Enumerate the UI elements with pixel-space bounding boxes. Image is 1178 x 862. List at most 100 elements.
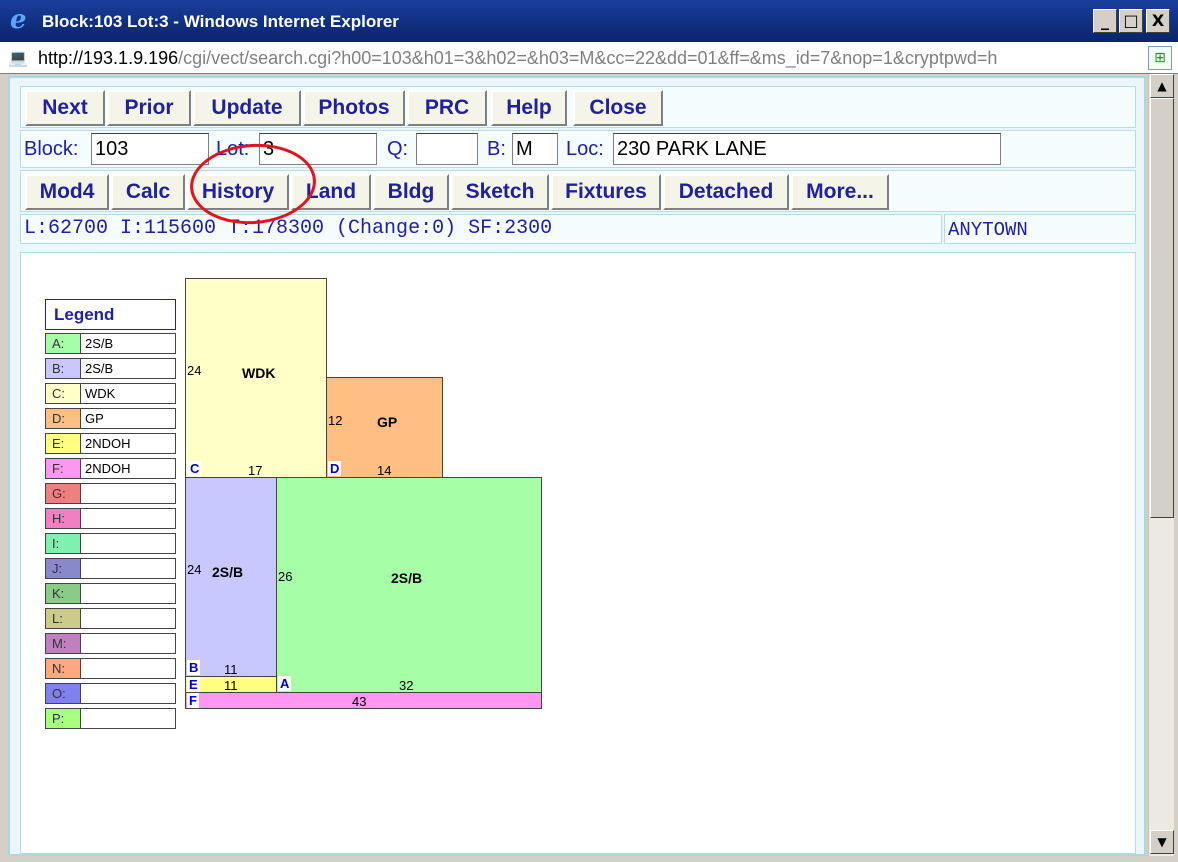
toolbar-secondary: Mod4 Calc History Land Bldg Sketch Fixtu… [20,170,1136,212]
legend-key: F: [46,459,81,478]
search-bar: Block: 103 Lot: 3 Q: B: M Loc: 230 PARK … [20,130,1136,168]
building-sketch: Legend A: 2S/B B: 2S/B C: WDK D: GP E: 2NDOH F: 2ND… [20,252,1136,854]
area-bottom-dim: 11 [224,662,238,677]
more-button[interactable]: More... [791,174,889,210]
valuation-values: L:62700 I:115600 T:178300 (Change:0) SF:… [24,217,553,240]
calc-button[interactable]: Calc [111,174,185,210]
sketch-area-c: WDK 24 17 C [185,278,327,478]
area-corner-id: B [187,660,201,675]
maximize-button[interactable]: □ [1119,9,1143,33]
block-label: Block: [24,138,79,160]
photos-button[interactable]: Photos [303,90,405,126]
help-button[interactable]: Help [491,90,567,126]
legend-key: G: [46,484,81,503]
legend-key: B: [46,359,81,378]
sketch-area-f: 43 F [185,692,542,709]
area-label: 2S/B [391,570,423,586]
area-side-dim: 24 [187,363,202,378]
page-content: Next Prior Update Photos PRC Help Close … [8,76,1146,856]
area-label: 2S/B [212,564,244,580]
town-name: ANYTOWN [948,219,1028,241]
legend-value: 2S/B [85,336,114,351]
address-url[interactable]: http://193.1.9.196/cgi/vect/search.cgi?h… [38,48,1140,69]
area-label: WDK [242,365,276,381]
legend-key: A: [46,334,81,353]
legend-key: E: [46,434,81,453]
browser-window: e Block:103 Lot:3 - Windows Internet Exp… [0,0,1178,862]
area-bottom-dim: 11 [224,678,238,693]
scroll-up-button[interactable]: ▲ [1150,74,1174,98]
area-bottom-dim: 17 [248,463,263,478]
location-input[interactable]: 230 PARK LANE [613,133,1001,165]
legend-title: Legend [45,299,176,330]
legend-item: I: [45,533,176,554]
town-panel: ANYTOWN [944,214,1136,244]
legend-value: WDK [85,386,116,401]
prc-button[interactable]: PRC [407,90,487,126]
area-bottom-dim: 43 [352,694,367,709]
legend-value: 2NDOH [85,461,131,476]
area-corner-id: D [328,461,342,476]
legend-key: I: [46,534,81,553]
area-side-dim: 12 [328,413,343,428]
legend-item: A: 2S/B [45,333,176,354]
legend-key: D: [46,409,81,428]
address-path: /cgi/vect/search.cgi?h00=103&h01=3&h02=&… [178,48,998,68]
fixtures-button[interactable]: Fixtures [551,174,661,210]
legend-item: K: [45,583,176,604]
valuation-summary: L:62700 I:115600 T:178300 (Change:0) SF:… [20,214,942,244]
area-corner-id: E [187,677,200,692]
q-label: Q: [387,138,409,160]
b-input[interactable]: M [512,133,558,165]
legend-item: B: 2S/B [45,358,176,379]
close-window-button[interactable]: X [1146,9,1170,33]
legend-key: M: [46,634,81,653]
legend-item: G: [45,483,176,504]
vertical-scrollbar[interactable]: ▲ ▼ [1148,74,1174,856]
window-title: Block:103 Lot:3 - Windows Internet Explo… [42,12,399,31]
loc-label: Loc: [566,138,604,160]
legend-item: N: [45,658,176,679]
scroll-down-button[interactable]: ▼ [1150,830,1174,854]
area-bottom-dim: 14 [377,463,392,478]
legend-key: L: [46,609,81,628]
bldg-button[interactable]: Bldg [373,174,449,210]
address-bar[interactable]: 💻 http://193.1.9.196/cgi/vect/search.cgi… [0,42,1178,74]
area-corner-id: C [188,461,202,476]
q-input[interactable] [416,133,478,165]
legend-item: M: [45,633,176,654]
minimize-button[interactable]: _ [1093,9,1117,33]
mod4-button[interactable]: Mod4 [25,174,109,210]
ie-logo-icon: e [10,5,27,35]
update-button[interactable]: Update [193,90,301,126]
area-bottom-dim: 32 [399,678,414,693]
area-side-dim: 24 [187,562,202,577]
legend-item: L: [45,608,176,629]
b-label: B: [487,138,506,160]
legend-item: P: [45,708,176,729]
prior-button[interactable]: Prior [107,90,191,126]
legend-item: D: GP [45,408,176,429]
title-bar[interactable]: e Block:103 Lot:3 - Windows Internet Exp… [0,0,1178,42]
legend-item: E: 2NDOH [45,433,176,454]
compatibility-icon[interactable]: ⊞ [1148,46,1172,70]
legend-key: N: [46,659,81,678]
next-button[interactable]: Next [25,90,105,126]
legend-value: 2NDOH [85,436,131,451]
sketch-button[interactable]: Sketch [451,174,549,210]
legend-value: 2S/B [85,361,114,376]
area-corner-id: A [278,676,292,691]
page-icon: 💻 [8,48,28,67]
sketch-area-d: GP 12 14 D [326,377,443,478]
legend-item: H: [45,508,176,529]
block-input[interactable]: 103 [91,133,209,165]
area-label: GP [377,414,398,430]
toolbar-primary: Next Prior Update Photos PRC Help Close [20,86,1136,128]
scroll-thumb[interactable] [1150,98,1174,518]
detached-button[interactable]: Detached [663,174,789,210]
legend-key: P: [46,709,81,728]
sketch-area-a: 2S/B 26 32 A [276,477,542,693]
sketch-area-e: 11 E [185,676,277,693]
close-button[interactable]: Close [573,90,663,126]
legend-key: C: [46,384,81,403]
